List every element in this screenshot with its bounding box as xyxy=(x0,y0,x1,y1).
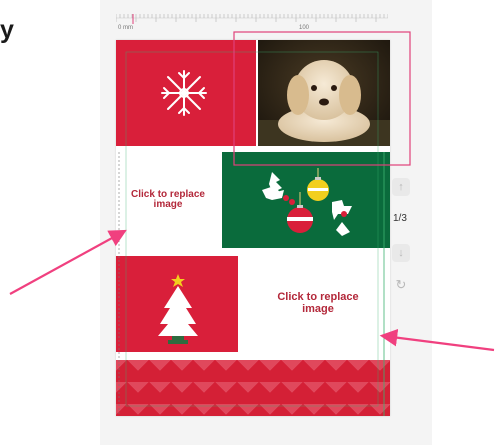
page-indicator: 1/3 xyxy=(393,213,407,224)
arrow-up-icon[interactable]: ↑ xyxy=(392,178,410,196)
refresh-icon[interactable]: ↻ xyxy=(392,276,410,294)
arrow-right xyxy=(379,328,495,352)
annotation-arrows xyxy=(9,229,495,352)
arrow-left xyxy=(9,229,127,295)
arrow-down-icon[interactable]: ↓ xyxy=(392,244,410,262)
